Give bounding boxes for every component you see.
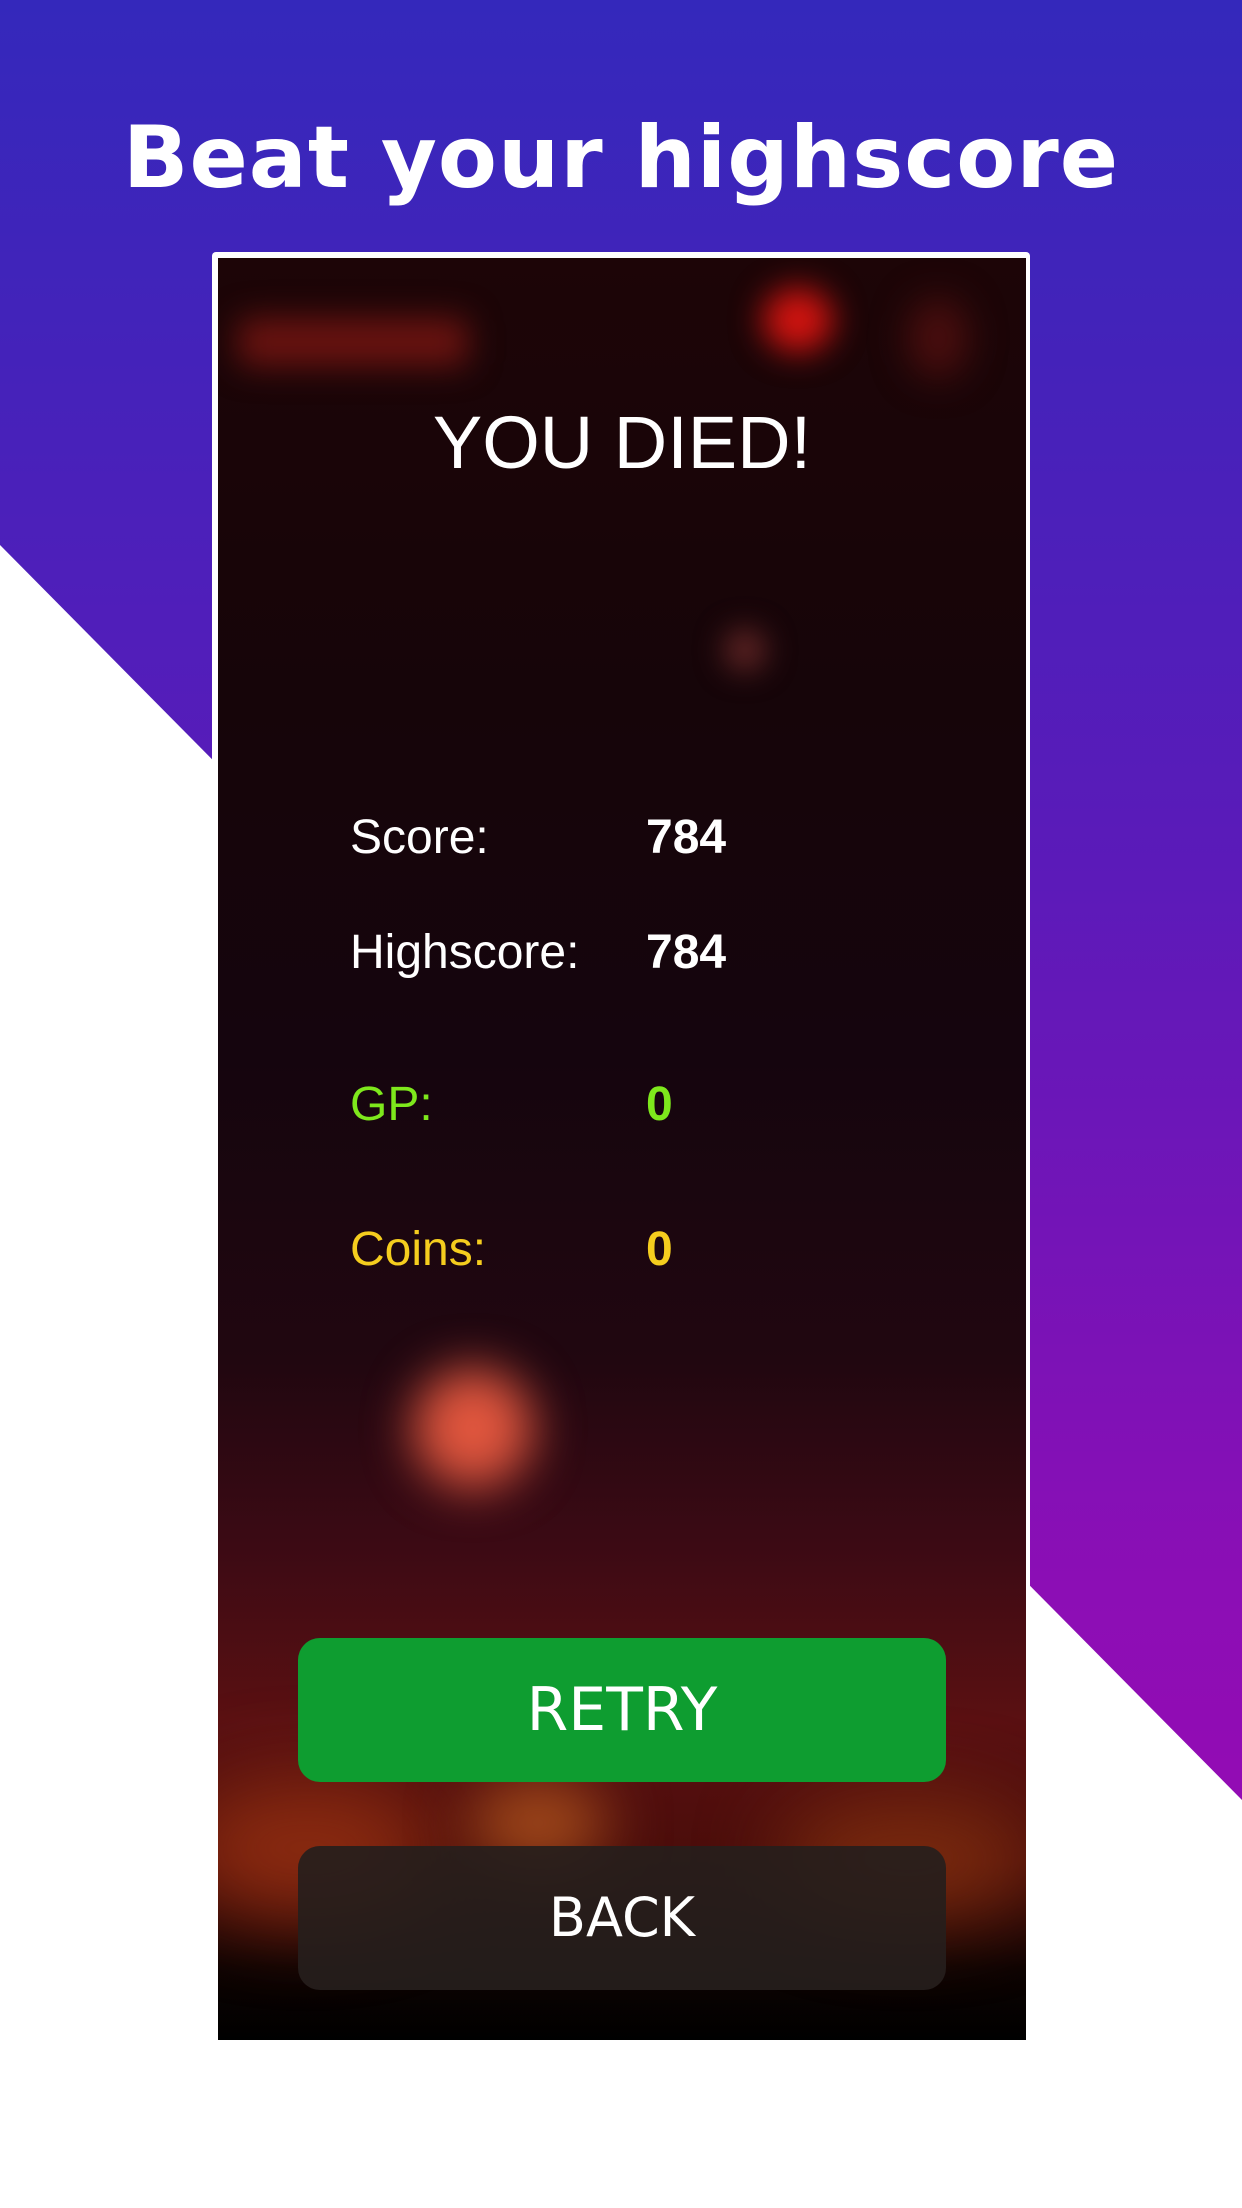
game-over-screen: YOU DIED! Score: 784 Highscore: 784 GP: …	[218, 258, 1026, 2040]
blurred-particle	[723, 628, 767, 672]
retry-button[interactable]: RETRY	[298, 1638, 946, 1782]
blurred-hud-score	[238, 318, 468, 366]
highscore-row: Highscore: 784	[350, 923, 910, 983]
gp-value: 0	[646, 1078, 673, 1131]
gp-label: GP:	[350, 1078, 433, 1131]
score-row: Score: 784	[350, 808, 910, 868]
highscore-value: 784	[646, 926, 727, 979]
score-label: Score:	[350, 811, 489, 864]
coins-label: Coins:	[350, 1223, 487, 1276]
blurred-heart-icon	[763, 288, 833, 352]
coins-value: 0	[646, 1223, 673, 1276]
promo-headline: Beat your highscore	[122, 108, 1120, 208]
back-button[interactable]: BACK	[298, 1846, 946, 1990]
you-died-title: YOU DIED!	[432, 401, 812, 484]
blurred-hud-pause-icon	[908, 298, 968, 378]
highscore-label: Highscore:	[350, 926, 580, 979]
coins-row: Coins: 0	[350, 1220, 910, 1280]
score-value: 784	[646, 811, 727, 864]
gp-row: GP: 0	[350, 1075, 910, 1135]
blurred-heart-pickup-icon	[413, 1368, 533, 1488]
